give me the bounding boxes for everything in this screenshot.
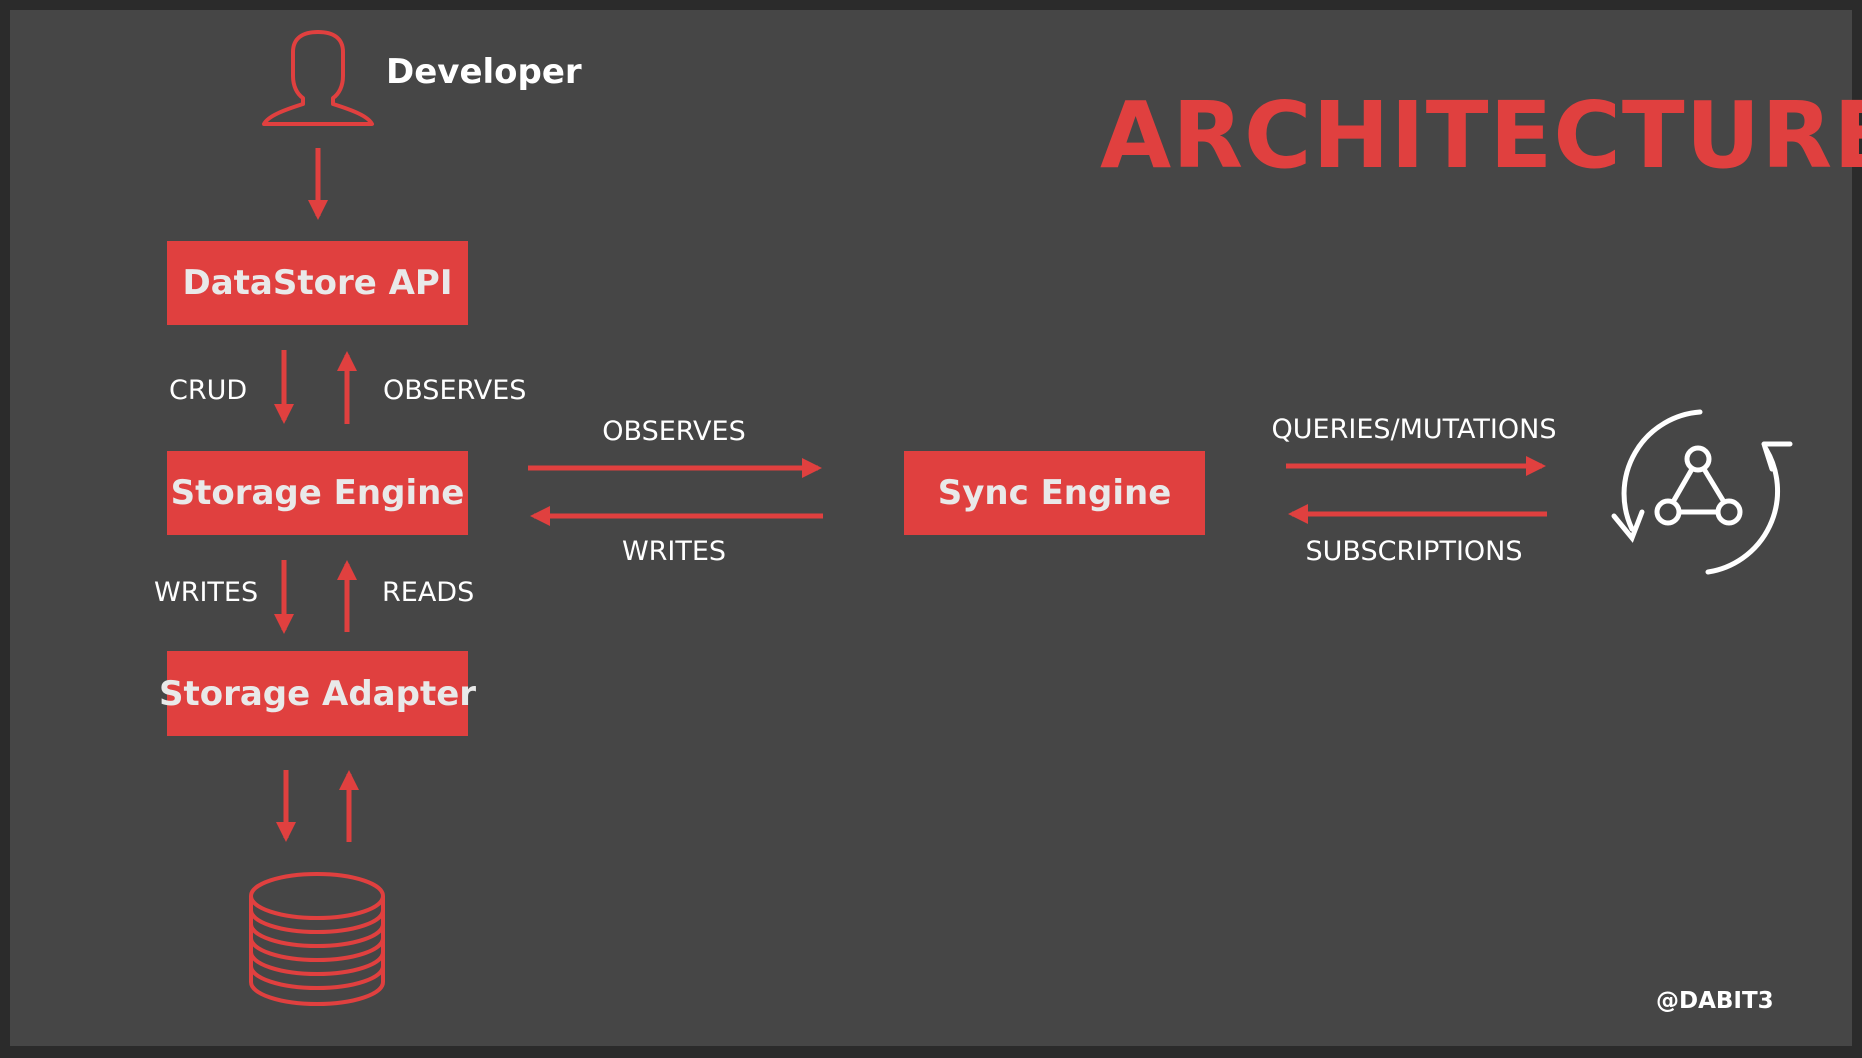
edge-label-crud: CRUD: [169, 375, 248, 406]
edge-label-writes-left: WRITES: [621, 536, 727, 567]
edge-label-observes-right: OBSERVES: [602, 416, 746, 447]
storage-adapter-box: Storage Adapter: [159, 651, 476, 736]
developer-label: Developer: [386, 52, 582, 92]
sync-engine-box: Sync Engine: [904, 451, 1205, 535]
slide-canvas: ARCHITECTURE Developer DataStore API Sto…: [0, 0, 1862, 1058]
edge-label-queries-mutations: QUERIES/MUTATIONS: [1271, 414, 1557, 445]
edge-label-reads-up: READS: [382, 577, 475, 608]
slide-title: ARCHITECTURE: [1100, 82, 1862, 189]
storage-engine-box: Storage Engine: [167, 451, 468, 535]
author-credit: @DABIT3: [1656, 988, 1774, 1014]
datastore-api-box: DataStore API: [167, 241, 468, 325]
edge-label-observes-up: OBSERVES: [383, 375, 527, 406]
edge-label-subscriptions: SUBSCRIPTIONS: [1305, 536, 1523, 567]
edge-label-writes-down: WRITES: [154, 577, 259, 608]
